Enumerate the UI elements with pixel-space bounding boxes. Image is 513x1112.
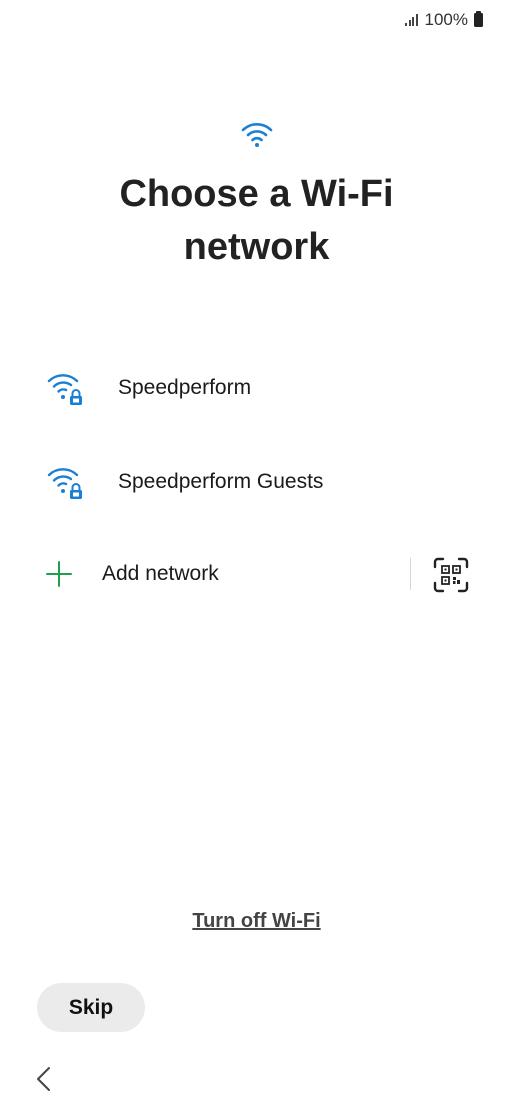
battery-percentage: 100% bbox=[424, 10, 468, 29]
skip-button[interactable]: Skip bbox=[37, 983, 145, 1032]
add-network-row: Add network bbox=[0, 544, 513, 604]
page-title: Choose a Wi-Fi network bbox=[0, 168, 513, 274]
status-bar: 100% bbox=[405, 0, 483, 40]
divider bbox=[410, 558, 411, 590]
signal-icon bbox=[405, 14, 418, 26]
network-name: Speedperform bbox=[118, 376, 252, 399]
title-line-2: network bbox=[183, 226, 330, 268]
network-name: Speedperform Guests bbox=[118, 470, 324, 493]
wifi-locked-icon bbox=[47, 468, 82, 499]
network-item-speedperform[interactable]: Speedperform bbox=[0, 358, 513, 418]
title-line-1: Choose a Wi-Fi bbox=[119, 173, 394, 215]
turn-off-wifi-container: Turn off Wi-Fi bbox=[0, 910, 513, 933]
network-item-speedperform-guests[interactable]: Speedperform Guests bbox=[0, 452, 513, 512]
wifi-locked-icon bbox=[47, 374, 82, 405]
qr-code-scan-icon[interactable] bbox=[432, 556, 470, 594]
plus-icon[interactable] bbox=[45, 560, 73, 588]
turn-off-wifi-link[interactable]: Turn off Wi-Fi bbox=[192, 910, 320, 932]
chevron-left-icon[interactable] bbox=[30, 1062, 56, 1096]
battery-icon bbox=[474, 11, 483, 27]
wifi-icon bbox=[241, 123, 273, 147]
add-network-button[interactable]: Add network bbox=[102, 562, 219, 586]
